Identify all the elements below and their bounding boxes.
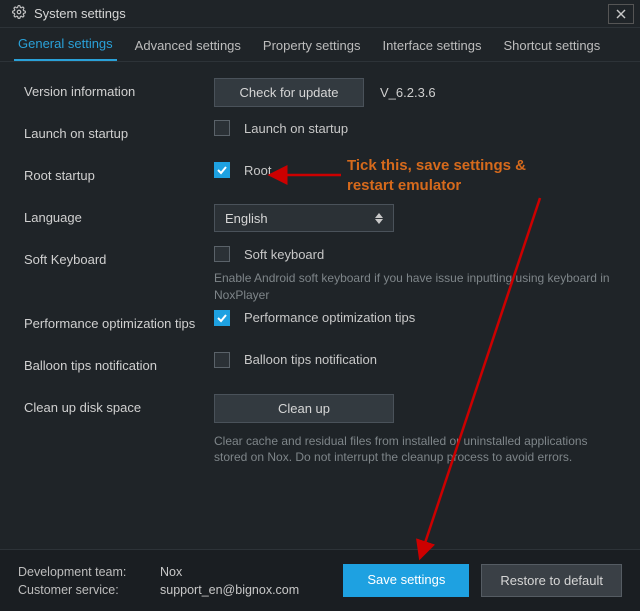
save-settings-button[interactable]: Save settings [343, 564, 469, 597]
row-version: Version information Check for update V_6… [24, 78, 616, 120]
root-checkbox-label: Root [244, 163, 271, 178]
row-root: Root startup Root [24, 162, 616, 204]
tab-general[interactable]: General settings [14, 28, 117, 61]
balloon-checkbox[interactable] [214, 352, 230, 368]
chevrons-icon [375, 213, 383, 224]
label-cleanup: Clean up disk space [24, 394, 214, 415]
dev-team-val: Nox [160, 565, 182, 579]
tab-advanced[interactable]: Advanced settings [131, 30, 245, 61]
close-icon [616, 7, 626, 22]
launch-checkbox-label: Launch on startup [244, 121, 348, 136]
label-launch: Launch on startup [24, 120, 214, 141]
check-update-button[interactable]: Check for update [214, 78, 364, 107]
label-root: Root startup [24, 162, 214, 183]
cleanup-desc: Clear cache and residual files from inst… [214, 431, 614, 467]
cs-key: Customer service: [18, 583, 150, 597]
softkb-checkbox[interactable] [214, 246, 230, 262]
label-balloon: Balloon tips notification [24, 352, 214, 373]
row-balloon: Balloon tips notification Balloon tips n… [24, 352, 616, 394]
titlebar: System settings [0, 0, 640, 28]
row-language: Language English [24, 204, 616, 246]
perf-checkbox[interactable] [214, 310, 230, 326]
version-value: V_6.2.3.6 [380, 85, 436, 100]
language-select[interactable]: English [214, 204, 394, 232]
launch-checkbox[interactable] [214, 120, 230, 136]
window-title: System settings [34, 6, 126, 21]
language-select-value: English [225, 211, 268, 226]
root-checkbox[interactable] [214, 162, 230, 178]
label-version: Version information [24, 78, 214, 99]
gear-icon [12, 5, 26, 22]
row-launch: Launch on startup Launch on startup [24, 120, 616, 162]
close-button[interactable] [608, 4, 634, 24]
softkb-checkbox-label: Soft keyboard [244, 247, 324, 262]
tab-interface[interactable]: Interface settings [378, 30, 485, 61]
label-softkb: Soft Keyboard [24, 246, 214, 267]
restore-default-button[interactable]: Restore to default [481, 564, 622, 597]
bottombar: Development team: Nox Customer service: … [0, 549, 640, 611]
perf-checkbox-label: Performance optimization tips [244, 310, 415, 325]
tabs: General settings Advanced settings Prope… [0, 28, 640, 62]
label-perf: Performance optimization tips [24, 310, 214, 331]
row-cleanup: Clean up disk space Clean up Clear cache… [24, 394, 616, 467]
softkb-desc: Enable Android soft keyboard if you have… [214, 268, 616, 304]
cleanup-button[interactable]: Clean up [214, 394, 394, 423]
balloon-checkbox-label: Balloon tips notification [244, 352, 377, 367]
content: Version information Check for update V_6… [0, 62, 640, 466]
row-perf: Performance optimization tips Performanc… [24, 310, 616, 352]
dev-team-key: Development team: [18, 565, 150, 579]
tab-shortcut[interactable]: Shortcut settings [499, 30, 604, 61]
label-language: Language [24, 204, 214, 225]
bottom-info: Development team: Nox Customer service: … [18, 565, 299, 597]
row-softkb: Soft Keyboard Soft keyboard Enable Andro… [24, 246, 616, 304]
cs-val: support_en@bignox.com [160, 583, 299, 597]
tab-property[interactable]: Property settings [259, 30, 365, 61]
